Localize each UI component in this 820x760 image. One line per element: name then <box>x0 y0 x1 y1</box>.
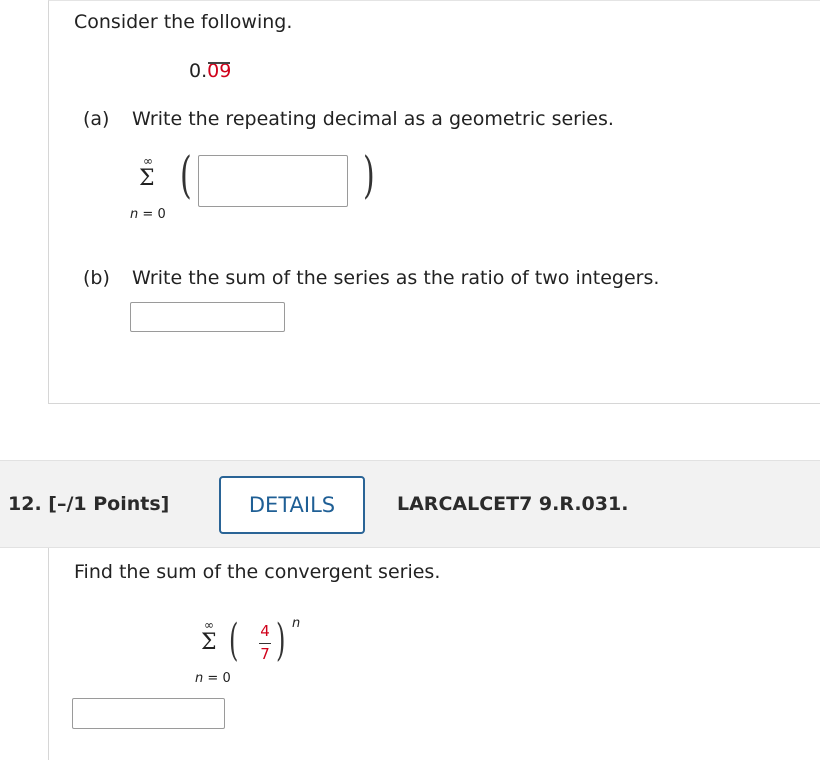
ratio-answer-input[interactable] <box>130 302 285 332</box>
sum-lower-value-12: 0 <box>222 671 231 686</box>
fraction-numerator: 4 <box>260 622 270 640</box>
part-a-label: (a) <box>83 108 110 130</box>
decimal-lead: 0. <box>189 60 208 82</box>
right-paren-12: ) <box>276 615 286 666</box>
sum-lower-value: 0 <box>157 207 166 222</box>
left-paren-12: ( <box>229 615 239 666</box>
part-b-label: (b) <box>83 267 110 289</box>
sigma-icon-12: Σ <box>201 630 217 655</box>
sum-answer-input[interactable] <box>72 698 225 729</box>
question-code: LARCALCET7 9.R.031. <box>397 493 629 515</box>
question-12-panel-border <box>48 548 49 760</box>
question-11-panel <box>48 0 820 404</box>
points-label: [–/1 Points] <box>48 493 170 515</box>
sum-index-var: n <box>130 207 139 222</box>
question-number-value: 12. <box>8 493 42 515</box>
repeating-decimal: 0.09 <box>189 60 231 82</box>
fraction-bar <box>259 643 271 644</box>
sigma-icon: Σ <box>139 166 155 191</box>
sum-index-var-12: n <box>195 671 204 686</box>
right-paren: ) <box>363 146 375 204</box>
sum-eq-12: = <box>207 671 219 686</box>
part-b-text: Write the sum of the series as the ratio… <box>132 267 660 289</box>
question-12-header: 12. [–/1 Points] DETAILS LARCALCET7 9.R.… <box>0 460 820 548</box>
question-number: 12. [–/1 Points] <box>8 493 169 515</box>
left-paren: ( <box>180 146 192 204</box>
series-term-input[interactable] <box>198 155 348 207</box>
sum-lower-limit: n = 0 <box>130 207 166 222</box>
prompt-text: Find the sum of the convergent series. <box>74 561 441 583</box>
sum-eq: = <box>142 207 154 222</box>
fraction-denominator: 7 <box>260 645 270 663</box>
part-a-text: Write the repeating decimal as a geometr… <box>132 108 614 130</box>
exponent: n <box>292 616 301 631</box>
details-button[interactable]: DETAILS <box>219 476 365 534</box>
intro-text: Consider the following. <box>74 11 293 33</box>
sum-lower-limit-12: n = 0 <box>195 671 231 686</box>
decimal-repeat: 09 <box>207 60 232 82</box>
